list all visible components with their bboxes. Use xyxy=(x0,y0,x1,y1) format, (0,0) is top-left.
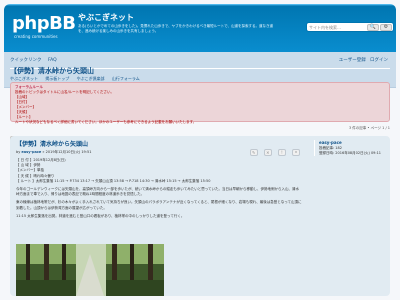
site-description: ある(らいとかでめての山歩きをした)。見慣れた山歩きで、ヤブをかきわけるべき最短… xyxy=(78,24,273,33)
gear-icon[interactable]: ⚙ xyxy=(380,24,392,31)
nav-register[interactable]: ユーザー登録 xyxy=(339,58,366,63)
forum-rules: フォーラムルール 投稿のトピックはタイトルに山名/ルートを明記してください。 【… xyxy=(10,82,390,124)
page-count: 3 件の記事 • ページ 1 / 1 xyxy=(348,126,390,130)
report-icon[interactable]: ! xyxy=(277,149,286,156)
post-author-name[interactable]: easy-pace xyxy=(21,150,41,154)
post-author-prefix: by xyxy=(16,150,21,154)
post-line: 【 ルート 】太郎生集落 11:15 → P.734 13:17 → 矢頭山山頂… xyxy=(16,178,211,183)
logo-tagline: creating communities xyxy=(14,34,58,39)
breadcrumb-item[interactable]: やぶこぎネット xyxy=(10,76,38,81)
post-paragraph: 東の稜線は植林地帯だが、杉の木々がよく手入れされていて気持ちが良い。矢頭山のパラ… xyxy=(16,200,302,210)
nav-faq[interactable]: FAQ xyxy=(48,58,57,63)
post-content: 【 日 付 】2019年12月8日(日) 【 山 域 】伊勢 【メンバー】単独 … xyxy=(16,158,302,219)
header-search-input[interactable]: サイト内を検索… xyxy=(309,24,365,31)
profile-username[interactable]: easy-pace xyxy=(319,140,342,145)
site-title[interactable]: やぶこぎネット xyxy=(78,12,134,23)
forest-photo-image xyxy=(16,244,164,296)
post-paragraph: 11:15 太郎生集落を出発。林道を進むと登山口の看板があり、植林帯の中のしっか… xyxy=(16,213,185,218)
breadcrumb-item[interactable]: 山行フォーラム xyxy=(112,76,140,81)
breadcrumb-item[interactable]: やぶこぎ倶楽部 xyxy=(77,76,105,81)
breadcrumb-item[interactable]: 掲示板トップ xyxy=(45,76,69,81)
profile-joined: 登録日時: 2016年08月02日(火) 09:11 xyxy=(319,151,382,155)
header-search: サイト内を検索… 🔍 ⚙ xyxy=(306,22,394,32)
forum-rules-line: ルートや状況などもなるべく詳細に書いてください。ほかのユーザーも参考にできるよう… xyxy=(15,120,197,124)
nav-top-links: クイックリンク FAQ xyxy=(10,56,62,66)
forest-photo[interactable] xyxy=(16,244,164,296)
post-paragraph: 今年のゴールデンウィークには矢頭山を、高須峠方向から一部を歩いたが、続いて清水峠… xyxy=(16,187,300,197)
site-header: phpBB creating communities やぶこぎネット ある(らい… xyxy=(4,4,396,52)
nav-login[interactable]: ログイン xyxy=(370,58,388,63)
search-icon[interactable]: 🔍 xyxy=(367,24,379,31)
post-tools: ✎ ✕ ! ❝ xyxy=(249,139,300,158)
phpbb-logo[interactable]: phpBB xyxy=(12,12,76,36)
post-timestamp: » 2019年12月10日(火) 19:51 xyxy=(42,150,92,154)
page: phpBB creating communities やぶこぎネット ある(らい… xyxy=(0,0,400,300)
quote-icon[interactable]: ❝ xyxy=(292,149,300,156)
post: 【伊勢】清水峠から矢頭山 by easy-pace » 2019年12月10日(… xyxy=(10,136,390,296)
edit-icon[interactable]: ✎ xyxy=(249,149,258,156)
delete-icon[interactable]: ✕ xyxy=(263,149,272,156)
nav-user-links: ユーザー登録 ログイン xyxy=(339,56,388,66)
nav-quicklinks[interactable]: クイックリンク xyxy=(10,58,42,63)
post-profile: easy-pace 投稿記事: 182 登録日時: 2016年08月02日(火)… xyxy=(314,140,386,156)
topic-title[interactable]: 【伊勢】清水峠から矢頭山 xyxy=(10,66,94,76)
topic-action-bar: 返信する 🔧 このトピックを検索… 🔍 xyxy=(10,126,130,143)
